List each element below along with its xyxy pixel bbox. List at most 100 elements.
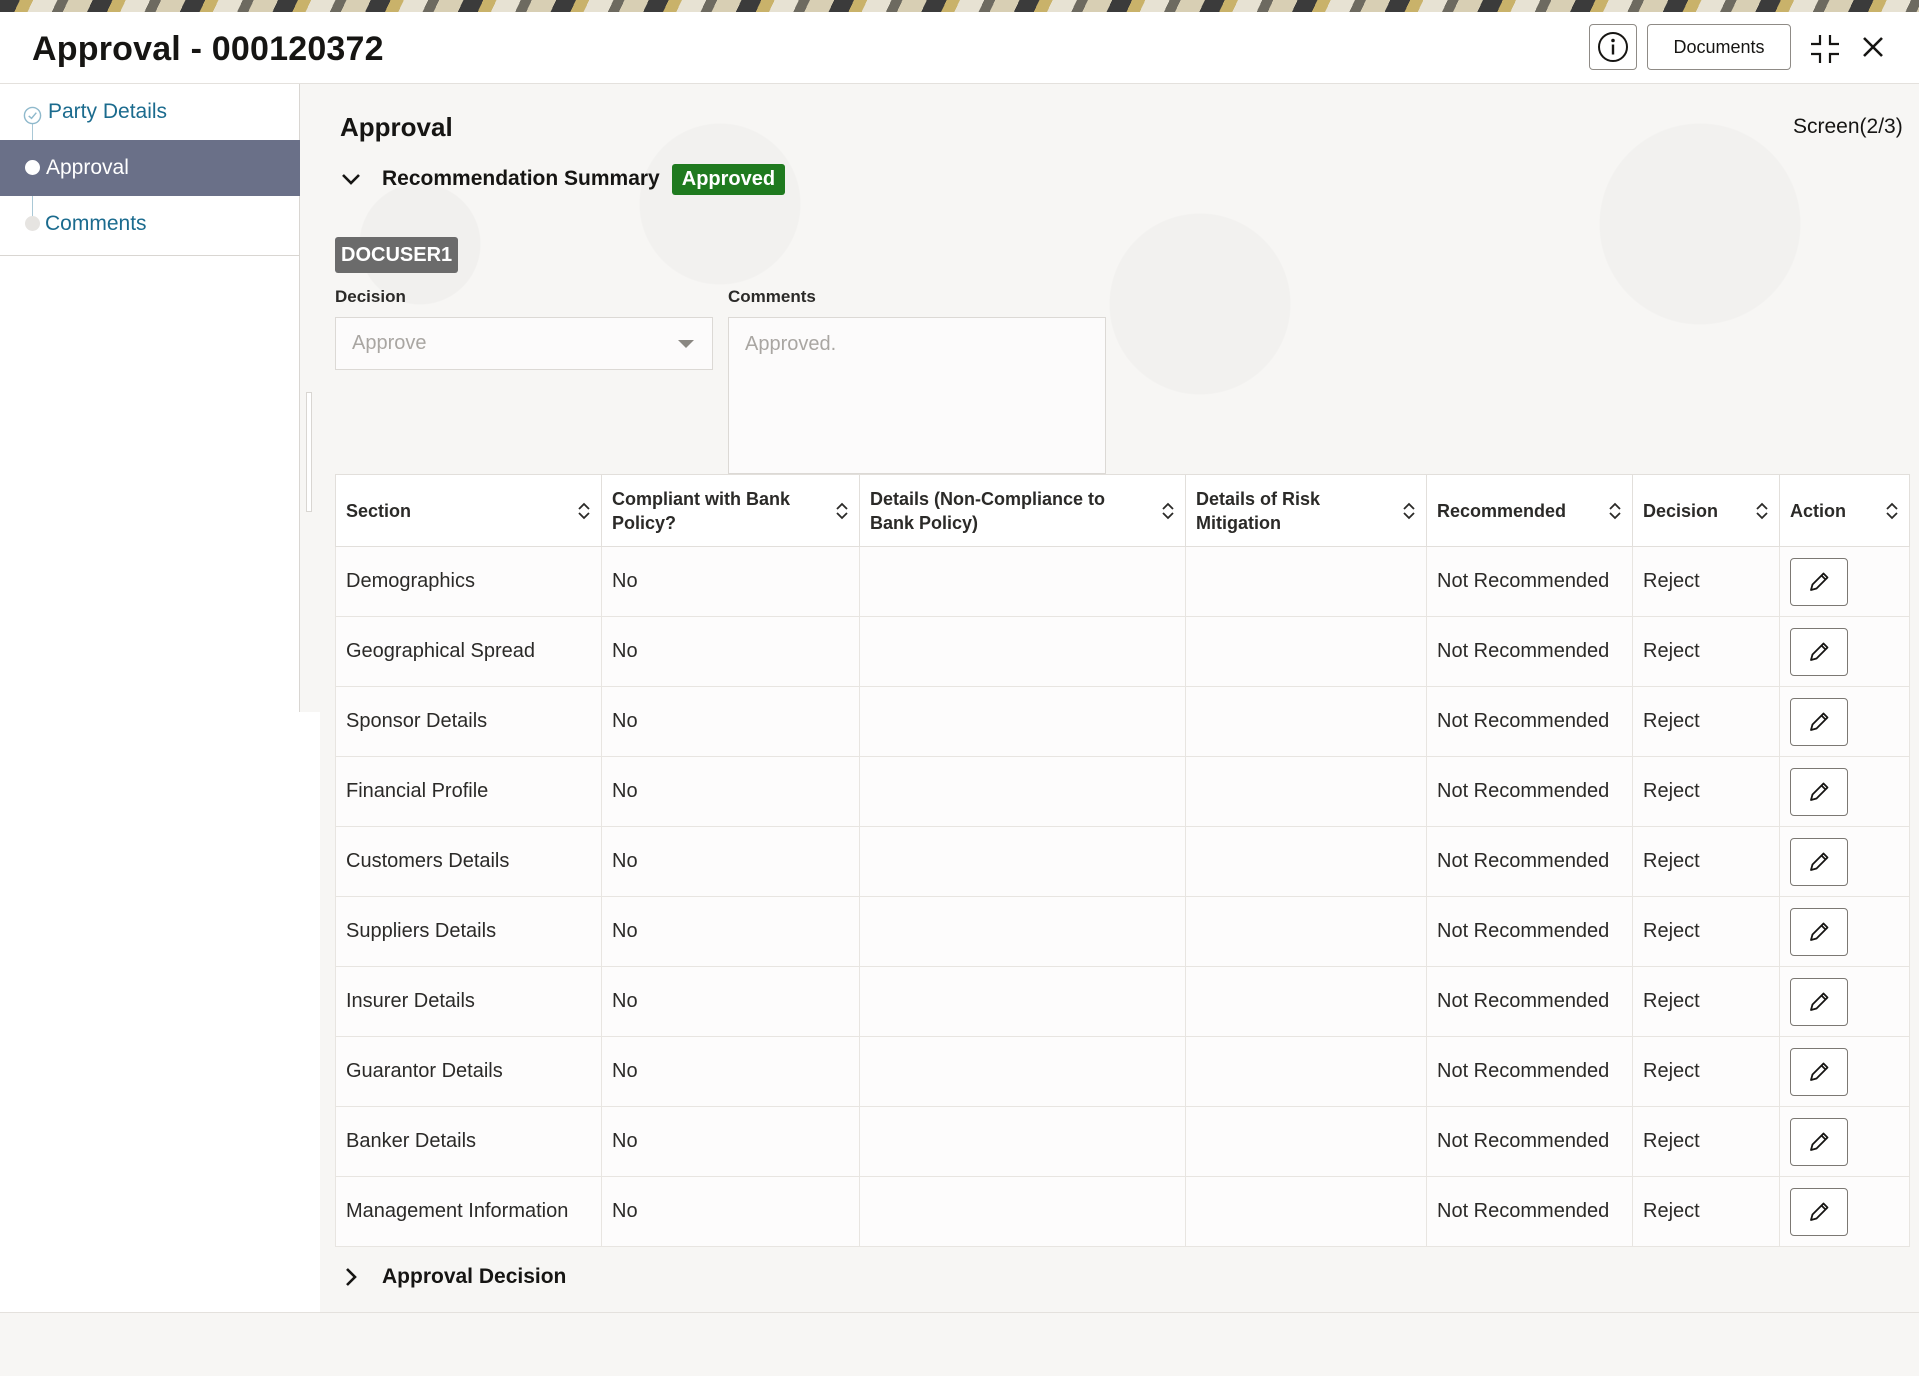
- sort-icon[interactable]: [835, 501, 849, 521]
- sidebar-item-approval[interactable]: Approval: [0, 140, 300, 196]
- edit-button[interactable]: [1790, 907, 1848, 956]
- cell-non-compliance-details: [859, 1176, 1186, 1247]
- column-header-label: Recommended: [1437, 500, 1567, 521]
- cell-risk-mitigation: [1185, 1106, 1427, 1177]
- edit-button[interactable]: [1790, 977, 1848, 1026]
- cell-recommended: Not Recommended: [1426, 1176, 1633, 1247]
- column-header[interactable]: Decision: [1632, 474, 1780, 547]
- sort-icon[interactable]: [1755, 501, 1769, 521]
- chevron-right-icon: [346, 1268, 357, 1286]
- column-header[interactable]: Details (Non-Compliance to Bank Policy): [859, 474, 1186, 547]
- cell-decision: Reject: [1632, 896, 1780, 967]
- screen-indicator: Screen(2/3): [1793, 115, 1903, 138]
- column-header-label: Decision: [1643, 500, 1719, 521]
- page-title: Approval: [340, 112, 453, 142]
- sidebar-item-label: Party Details: [48, 100, 168, 123]
- decision-select[interactable]: Approve: [335, 317, 713, 370]
- cell-compliant: No: [601, 966, 860, 1037]
- cell-section: Banker Details: [335, 1106, 602, 1177]
- table-row: Geographical Spread No Not Recommended Reje…: [335, 616, 1910, 687]
- recommendation-summary-toggle[interactable]: Recommendation Summary Approved: [340, 162, 786, 196]
- cell-risk-mitigation: [1185, 826, 1427, 897]
- active-step-icon: [25, 160, 40, 175]
- sidebar-item-label: Comments: [45, 212, 147, 235]
- cell-decision: Reject: [1632, 1036, 1780, 1107]
- sidebar-item-party-details[interactable]: Party Details: [0, 84, 300, 140]
- column-header[interactable]: Recommended: [1426, 474, 1633, 547]
- table-row: Suppliers Details No Not Recommended Reject: [335, 896, 1910, 967]
- edit-button[interactable]: [1790, 1187, 1848, 1236]
- cell-risk-mitigation: [1185, 546, 1427, 617]
- cell-section: Financial Profile: [335, 756, 602, 827]
- cell-non-compliance-details: [859, 686, 1186, 757]
- pencil-icon: [1810, 922, 1829, 941]
- cell-non-compliance-details: [859, 756, 1186, 827]
- table-body: Demographics No Not Recommended Reject Geogr…: [335, 546, 1910, 1247]
- table-row: Guarantor Details No Not Recommended Reject: [335, 1036, 1910, 1107]
- cell-section: Geographical Spread: [335, 616, 602, 687]
- user-chip: DOCUSER1: [335, 237, 459, 273]
- edit-button[interactable]: [1790, 697, 1848, 746]
- approval-decision-toggle[interactable]: Approval Decision: [340, 1260, 566, 1294]
- section-title: Recommendation Summary: [382, 167, 660, 190]
- cell-action: [1779, 756, 1910, 827]
- column-header[interactable]: Details of Risk Mitigation: [1185, 474, 1427, 547]
- column-header[interactable]: Compliant with Bank Policy?: [601, 474, 860, 547]
- edit-button[interactable]: [1790, 767, 1848, 816]
- pencil-icon: [1810, 712, 1829, 731]
- cell-decision: Reject: [1632, 616, 1780, 687]
- comments-textarea[interactable]: Approved.: [728, 317, 1106, 474]
- minimize-icon[interactable]: [1808, 32, 1842, 66]
- sort-icon[interactable]: [1402, 501, 1416, 521]
- cell-action: [1779, 686, 1910, 757]
- pencil-icon: [1810, 992, 1829, 1011]
- scrollbar-handle[interactable]: [306, 392, 312, 512]
- table-row: Insurer Details No Not Recommended Reject: [335, 966, 1910, 1037]
- table-row: Banker Details No Not Recommended Reject: [335, 1106, 1910, 1177]
- cell-decision: Reject: [1632, 546, 1780, 617]
- decision-value: Approve: [352, 332, 427, 354]
- pencil-icon: [1810, 642, 1829, 661]
- cell-risk-mitigation: [1185, 1036, 1427, 1107]
- cell-action: [1779, 896, 1910, 967]
- sort-icon[interactable]: [1608, 501, 1622, 521]
- footer-area: [0, 1312, 1919, 1376]
- column-header[interactable]: Section: [335, 474, 602, 547]
- cell-action: [1779, 1176, 1910, 1247]
- sort-icon[interactable]: [1885, 501, 1899, 521]
- recommendation-table: Section Compliant with Bank Policy? Detail…: [335, 474, 1910, 1247]
- cell-recommended: Not Recommended: [1426, 966, 1633, 1037]
- comments-label: Comments: [728, 287, 816, 306]
- close-icon[interactable]: [1858, 32, 1888, 62]
- sidebar-item-comments[interactable]: Comments: [0, 196, 300, 252]
- decorative-banner: [0, 0, 1919, 12]
- cell-compliant: No: [601, 686, 860, 757]
- cell-recommended: Not Recommended: [1426, 546, 1633, 617]
- column-header[interactable]: Action: [1779, 474, 1910, 547]
- info-button[interactable]: [1589, 24, 1637, 70]
- cell-section: Sponsor Details: [335, 686, 602, 757]
- cell-compliant: No: [601, 616, 860, 687]
- edit-button[interactable]: [1790, 1047, 1848, 1096]
- sort-icon[interactable]: [577, 501, 591, 521]
- step-list: Party Details Approval Comments: [0, 84, 300, 256]
- cell-action: [1779, 546, 1910, 617]
- cell-section: Demographics: [335, 546, 602, 617]
- cell-decision: Reject: [1632, 966, 1780, 1037]
- column-header-label: Details (Non-Compliance to Bank Policy): [870, 488, 1106, 533]
- step-navigation: Party Details Approval Comments: [0, 84, 300, 712]
- edit-button[interactable]: [1790, 557, 1848, 606]
- edit-button[interactable]: [1790, 1117, 1848, 1166]
- sort-icon[interactable]: [1161, 501, 1175, 521]
- cell-recommended: Not Recommended: [1426, 896, 1633, 967]
- documents-button[interactable]: Documents: [1647, 24, 1791, 70]
- section-title: Approval Decision: [382, 1265, 567, 1288]
- decision-label: Decision: [335, 287, 406, 306]
- edit-button[interactable]: [1790, 837, 1848, 886]
- column-header-label: Compliant with Bank Policy?: [612, 488, 791, 533]
- cell-risk-mitigation: [1185, 616, 1427, 687]
- table-row: Customers Details No Not Recommended Reject: [335, 826, 1910, 897]
- edit-button[interactable]: [1790, 627, 1848, 676]
- sidebar-item-label: Approval: [46, 156, 129, 179]
- pencil-icon: [1810, 782, 1829, 801]
